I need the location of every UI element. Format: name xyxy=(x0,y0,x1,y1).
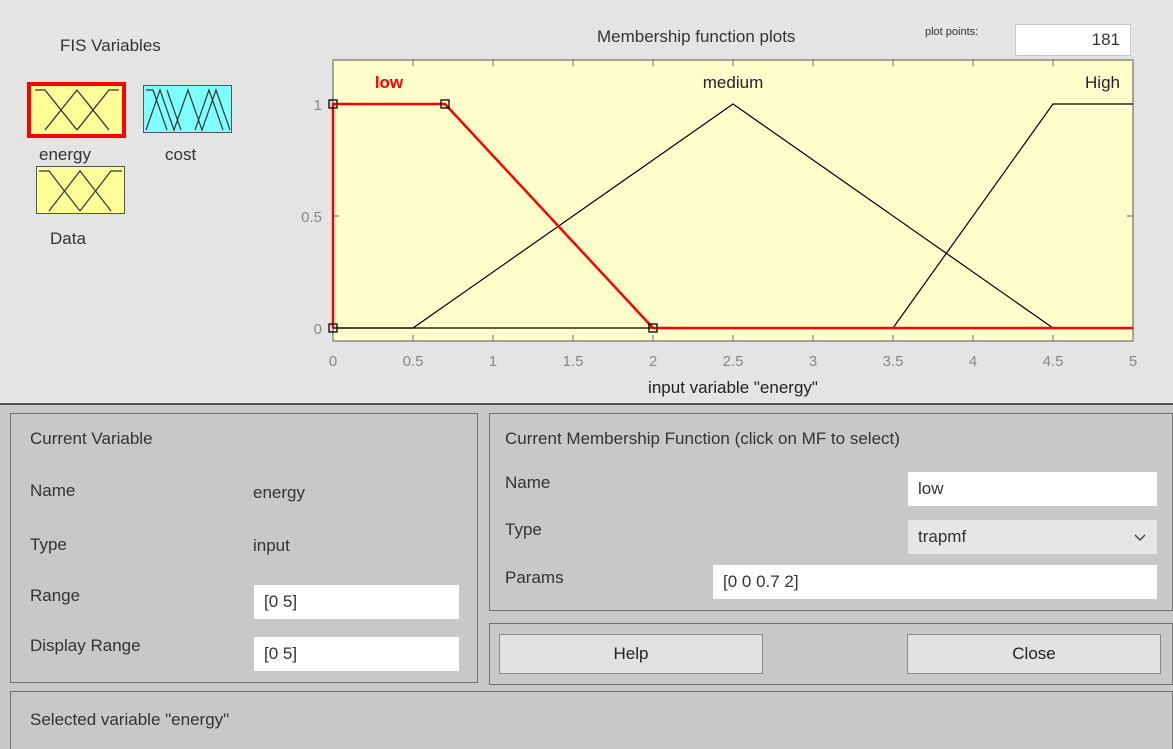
mf-name-input[interactable]: low xyxy=(907,471,1158,507)
y-tick-label: 0.5 xyxy=(301,209,322,226)
current-variable-title: Current Variable xyxy=(30,429,153,448)
variable-range-value: [0 5] xyxy=(264,592,298,611)
display-range-label: Display Range xyxy=(30,636,141,655)
status-text: Selected variable "energy" xyxy=(30,710,230,729)
x-tick-label: 0 xyxy=(329,353,337,370)
help-button[interactable]: Help xyxy=(499,634,763,674)
x-tick-label: 2.5 xyxy=(723,353,744,370)
x-tick-label: 0.5 xyxy=(403,353,424,370)
chevron-down-icon xyxy=(1134,534,1146,542)
x-tick-label: 1 xyxy=(489,353,497,370)
x-tick-label: 5 xyxy=(1129,353,1137,370)
close-button[interactable]: Close xyxy=(907,634,1161,674)
x-axis-label: input variable "energy" xyxy=(648,378,818,397)
variable-type-label: Type xyxy=(30,535,67,554)
mf-label-medium: medium xyxy=(703,73,763,92)
mf-type-value: trapmf xyxy=(918,527,967,546)
x-tick-label: 2 xyxy=(649,353,657,370)
variable-range-input[interactable]: [0 5] xyxy=(253,584,460,620)
x-tick-label: 4 xyxy=(969,353,977,370)
y-tick-label: 1 xyxy=(314,97,322,114)
x-tick-label: 4.5 xyxy=(1043,353,1064,370)
mf-label-high: High xyxy=(1085,73,1120,92)
x-tick-label: 1.5 xyxy=(563,353,584,370)
y-tick-label: 0 xyxy=(314,321,322,338)
variable-name-value: energy xyxy=(253,483,305,502)
current-mf-title: Current Membership Function (click on MF… xyxy=(505,429,900,448)
mf-params-value: [0 0 0.7 2] xyxy=(723,572,799,591)
membership-function-chart[interactable]: 0 0.5 1 1.5 2 2.5 3 3.5 4 4.5 5 0 0.5 1 low medium High… xyxy=(0,0,1173,400)
mf-type-select[interactable]: trapmf xyxy=(907,519,1158,555)
variable-name-label: Name xyxy=(30,481,76,500)
display-range-value: [0 5] xyxy=(264,644,298,663)
plot-area[interactable] xyxy=(332,59,1134,342)
mf-type-label: Type xyxy=(505,520,542,539)
mf-label-low: low xyxy=(375,73,404,92)
x-tick-label: 3.5 xyxy=(883,353,904,370)
variable-type-value: input xyxy=(253,536,290,555)
mf-name-label: Name xyxy=(505,473,551,492)
mf-name-value: low xyxy=(918,479,944,498)
mf-params-input[interactable]: [0 0 0.7 2] xyxy=(712,564,1158,600)
display-range-input[interactable]: [0 5] xyxy=(253,636,460,672)
mf-params-label: Params xyxy=(505,568,564,587)
variable-range-label: Range xyxy=(30,586,81,605)
x-tick-label: 3 xyxy=(809,353,817,370)
